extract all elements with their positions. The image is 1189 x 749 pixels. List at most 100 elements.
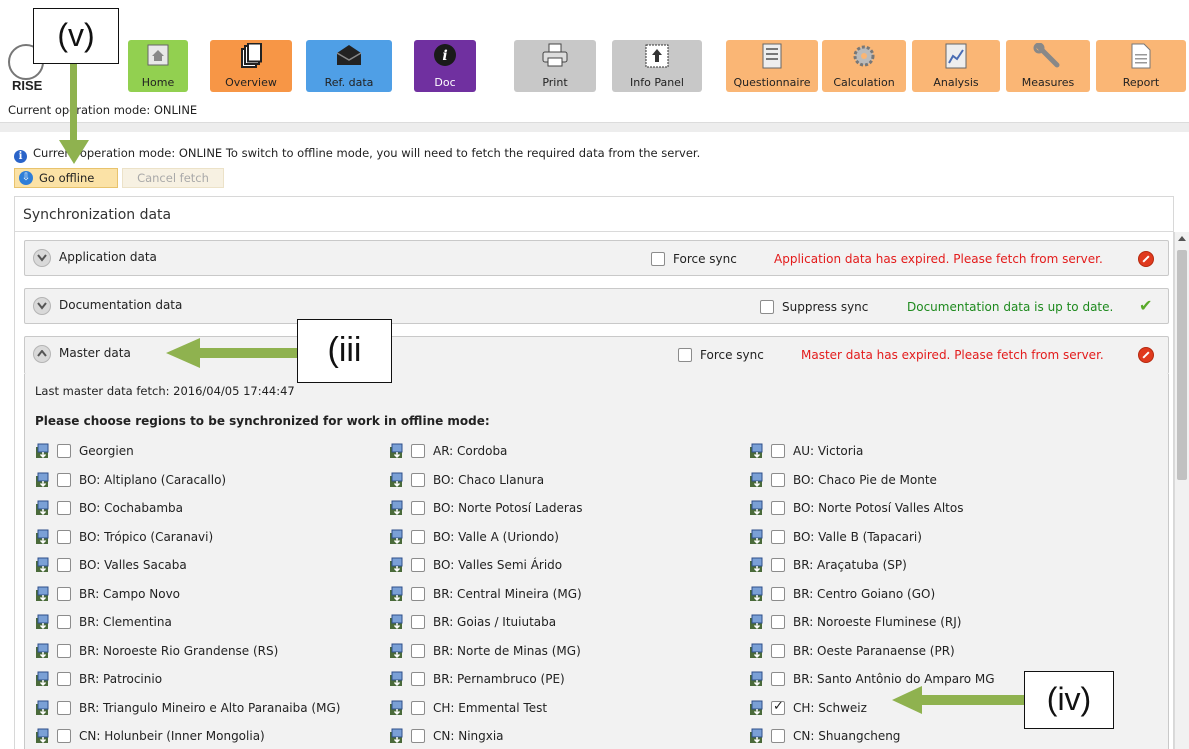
region-checkbox[interactable] (57, 472, 71, 487)
download-region-icon[interactable] (749, 671, 765, 687)
region-checkbox[interactable] (771, 472, 785, 487)
download-region-icon[interactable] (35, 700, 51, 716)
download-region-icon[interactable] (749, 614, 765, 630)
region-checkbox[interactable] (411, 444, 425, 458)
download-region-icon[interactable] (389, 557, 405, 573)
download-region-icon[interactable] (749, 472, 765, 488)
application-force-sync-checkbox[interactable] (651, 252, 665, 266)
region-checkbox[interactable] (771, 615, 785, 629)
download-region-icon[interactable] (389, 671, 405, 687)
download-region-icon[interactable] (35, 529, 51, 545)
region-checkbox[interactable] (771, 729, 785, 743)
download-region-icon[interactable] (389, 443, 405, 459)
scroll-thumb[interactable] (1177, 250, 1187, 480)
region-checkbox[interactable] (411, 700, 425, 715)
region-checkbox[interactable] (57, 615, 71, 629)
overview-button[interactable]: Overview (210, 40, 292, 92)
download-region-icon[interactable] (749, 643, 765, 659)
download-region-icon[interactable] (35, 728, 51, 744)
download-region-icon[interactable] (749, 557, 765, 573)
region-checkbox[interactable] (57, 444, 71, 458)
download-region-icon[interactable] (35, 671, 51, 687)
region-checkbox[interactable] (771, 586, 785, 601)
region-checkbox[interactable] (57, 529, 71, 544)
region-item: CN: Shuangcheng (749, 727, 1089, 747)
download-region-icon[interactable] (35, 557, 51, 573)
region-label: BR: Santo Antônio do Amparo MG (793, 672, 995, 686)
calculation-button[interactable]: Calculation (822, 40, 906, 92)
region-label: AU: Victoria (793, 444, 864, 458)
download-region-icon[interactable] (749, 728, 765, 744)
annotation-v: (v) (33, 8, 119, 64)
download-region-icon[interactable] (389, 700, 405, 716)
region-checkbox[interactable] (771, 558, 785, 572)
download-region-icon[interactable] (35, 586, 51, 602)
download-region-icon[interactable] (35, 472, 51, 488)
download-region-icon[interactable] (389, 643, 405, 659)
download-region-icon[interactable] (749, 443, 765, 459)
region-checkbox[interactable] (57, 700, 71, 715)
region-item: BO: Norte Potosí Valles Altos (749, 499, 1089, 519)
region-checkbox[interactable] (771, 529, 785, 544)
download-region-icon[interactable] (389, 472, 405, 488)
download-region-icon[interactable] (389, 586, 405, 602)
download-region-icon[interactable] (35, 443, 51, 459)
annotation-iv-arrowhead (892, 686, 922, 714)
region-checkbox[interactable] (411, 586, 425, 601)
print-button[interactable]: Print (514, 40, 596, 92)
vertical-scrollbar[interactable] (1174, 232, 1189, 749)
expand-application-toggle[interactable] (33, 249, 51, 267)
region-checkbox[interactable] (771, 672, 785, 686)
region-checkbox[interactable] (771, 643, 785, 658)
region-item: BR: Centro Goiano (GO) (749, 585, 1089, 605)
region-checkbox[interactable] (411, 501, 425, 515)
download-region-icon[interactable] (749, 529, 765, 545)
region-item: BR: Pernambruco (PE) (389, 670, 729, 690)
ref-data-button[interactable]: Ref. data (306, 40, 392, 92)
download-region-icon[interactable] (749, 586, 765, 602)
download-region-icon[interactable] (389, 614, 405, 630)
region-checkbox[interactable] (411, 529, 425, 544)
region-checkbox[interactable] (411, 672, 425, 686)
documentation-suppress-sync-checkbox[interactable] (760, 300, 774, 314)
download-region-icon[interactable] (749, 700, 765, 716)
region-checkbox[interactable] (57, 672, 71, 686)
questionnaire-button[interactable]: Questionnaire (726, 40, 818, 92)
region-item: BO: Valle A (Uriondo) (389, 528, 729, 548)
region-checkbox[interactable] (411, 615, 425, 629)
report-button[interactable]: Report (1096, 40, 1186, 92)
region-checkbox[interactable] (57, 558, 71, 572)
measures-button[interactable]: Measures (1006, 40, 1090, 92)
region-item: BR: Araçatuba (SP) (749, 556, 1089, 576)
info-panel-button[interactable]: Info Panel (612, 40, 702, 92)
cancel-fetch-button[interactable]: Cancel fetch (122, 168, 224, 188)
scroll-up-arrow-icon[interactable] (1178, 236, 1186, 241)
region-checkbox[interactable] (411, 729, 425, 743)
region-checkbox[interactable] (57, 586, 71, 601)
home-button[interactable]: Home (128, 40, 188, 92)
region-checkbox[interactable] (411, 643, 425, 658)
doc-button[interactable]: i Doc (414, 40, 476, 92)
download-region-icon[interactable] (35, 614, 51, 630)
expand-documentation-toggle[interactable] (33, 297, 51, 315)
master-force-sync-checkbox[interactable] (678, 348, 692, 362)
region-checkbox[interactable] (57, 643, 71, 658)
download-region-icon[interactable] (389, 728, 405, 744)
region-checkbox[interactable] (771, 444, 785, 458)
download-region-icon[interactable] (35, 643, 51, 659)
region-checkbox[interactable] (771, 699, 785, 715)
go-offline-button[interactable]: ⇩ Go offline (14, 168, 118, 188)
download-region-icon[interactable] (389, 529, 405, 545)
region-checkbox[interactable] (771, 501, 785, 515)
collapse-master-toggle[interactable] (33, 345, 51, 363)
analysis-button[interactable]: Analysis (912, 40, 1000, 92)
region-checkbox[interactable] (57, 729, 71, 743)
download-region-icon[interactable] (749, 500, 765, 516)
region-checkbox[interactable] (411, 472, 425, 487)
download-region-icon[interactable] (35, 500, 51, 516)
region-checkbox[interactable] (411, 558, 425, 572)
download-region-icon[interactable] (389, 500, 405, 516)
region-checkbox[interactable] (57, 501, 71, 515)
svg-text:i: i (442, 48, 447, 64)
chart-icon (945, 43, 967, 69)
